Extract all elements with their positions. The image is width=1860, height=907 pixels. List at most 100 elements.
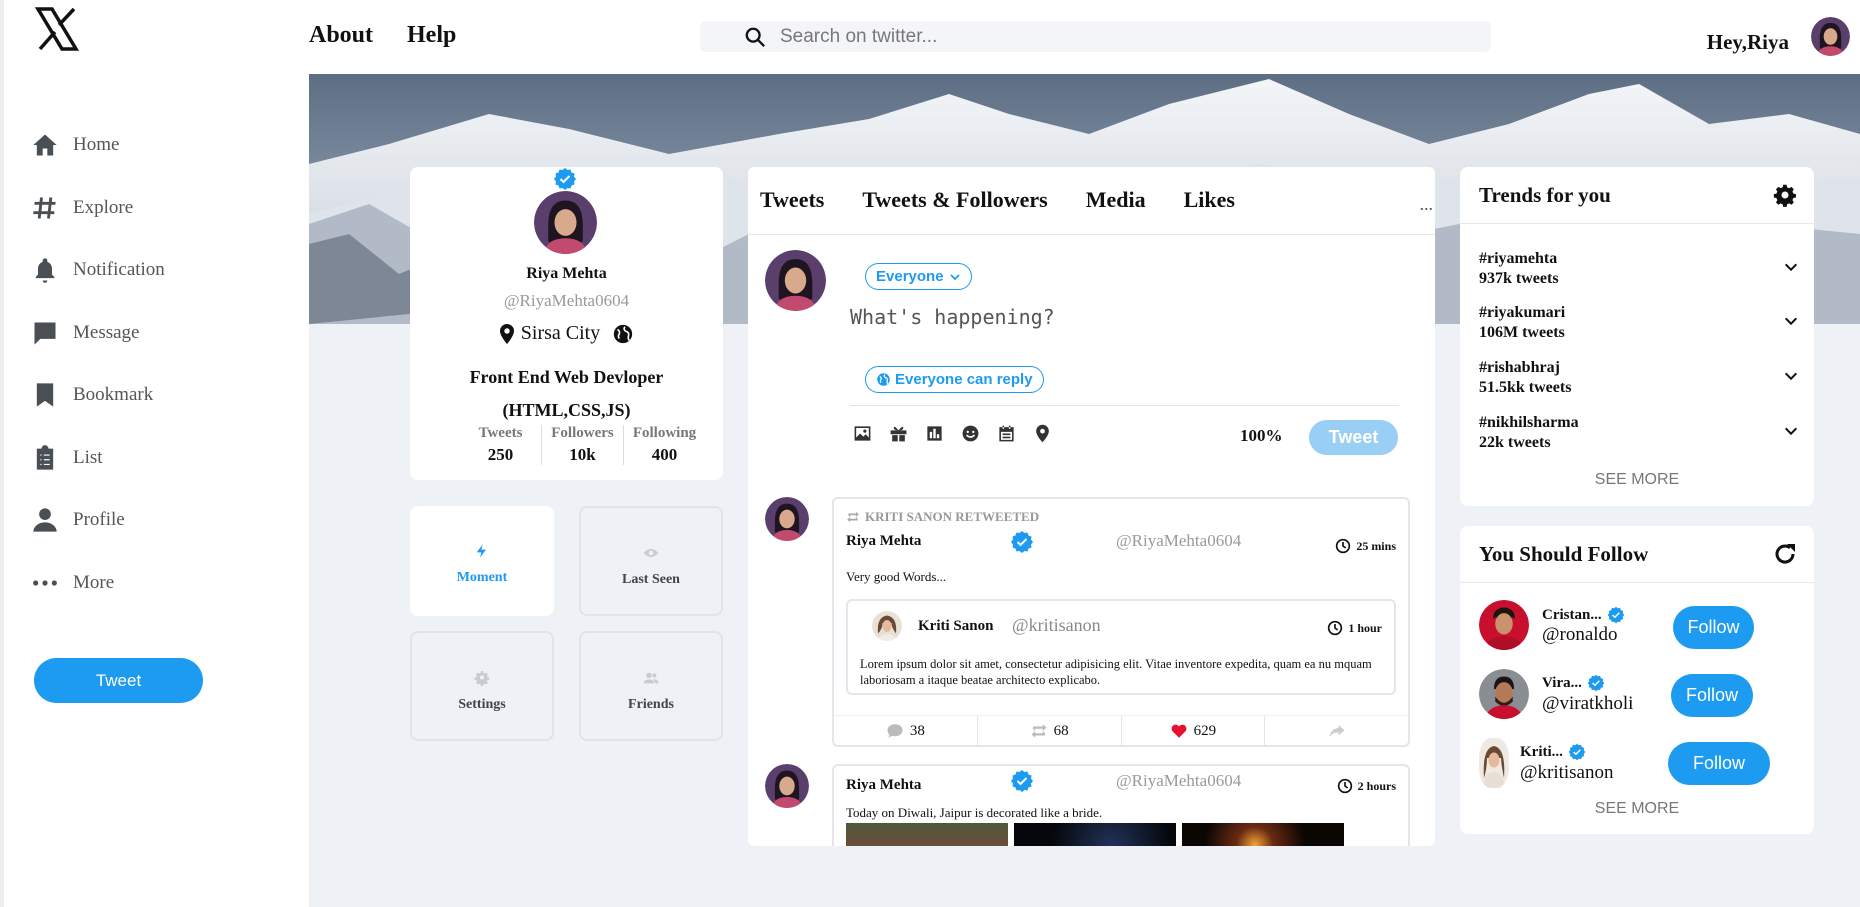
sidebar-item-notification[interactable]: Notification: [31, 256, 165, 284]
settings-gear-icon[interactable]: [1773, 183, 1797, 207]
time-text: 25 mins: [1356, 538, 1396, 553]
retweet-button[interactable]: 68: [978, 716, 1122, 746]
tweet-card[interactable]: Riya Mehta @RiyaMehta0604 2 hours Today …: [832, 764, 1410, 846]
media-image[interactable]: [846, 823, 1008, 846]
media-image[interactable]: [1182, 823, 1344, 846]
user-icon: [33, 508, 57, 532]
quote-author[interactable]: Kriti Sanon: [918, 618, 993, 635]
x-logo-icon[interactable]: [32, 4, 82, 54]
follow-name[interactable]: Cristan...: [1542, 606, 1625, 624]
sidebar-item-more[interactable]: More: [31, 569, 114, 597]
verified-badge-icon: [1587, 674, 1605, 692]
chevron-down-icon[interactable]: [1783, 259, 1799, 275]
image-icon[interactable]: [853, 424, 872, 443]
location-icon[interactable]: [1033, 424, 1052, 443]
tile-settings[interactable]: Settings: [410, 631, 554, 741]
trend-item[interactable]: #riyamehta 937k tweets: [1479, 249, 1799, 289]
feed-panel: Tweets Tweets & Followers Media Likes ..…: [748, 167, 1435, 846]
sidebar-item-list[interactable]: List: [31, 444, 103, 472]
follow-name[interactable]: Kriti...: [1520, 743, 1586, 761]
tile-friends[interactable]: Friends: [579, 631, 723, 741]
like-button[interactable]: 629: [1122, 716, 1266, 746]
home-icon: [33, 134, 57, 156]
tab-tweets-followers[interactable]: Tweets & Followers: [862, 187, 1047, 213]
tab-media[interactable]: Media: [1086, 187, 1146, 213]
compose-avatar: [765, 250, 826, 311]
follow-avatar[interactable]: [1479, 669, 1529, 719]
trend-item[interactable]: #riyakumari 106M tweets: [1479, 303, 1799, 343]
post-avatar[interactable]: [765, 497, 809, 541]
sidebar-item-bookmark[interactable]: Bookmark: [31, 381, 153, 409]
about-link[interactable]: About: [309, 22, 373, 49]
trend-tag: #riyamehta: [1479, 250, 1558, 267]
post-avatar[interactable]: [765, 764, 809, 808]
emoji-icon[interactable]: [961, 424, 980, 443]
profile-avatar[interactable]: [534, 191, 597, 254]
chevron-down-icon[interactable]: [1783, 423, 1799, 439]
stat-tweets[interactable]: Tweets 250: [460, 425, 542, 465]
profile-role: Front End Web Devloper (HTML,CSS,JS): [410, 361, 723, 427]
tile-label: Settings: [458, 697, 506, 712]
follow-handle[interactable]: @kritisanon: [1520, 762, 1614, 784]
follow-button[interactable]: Follow: [1668, 742, 1770, 785]
stat-label: Following: [632, 425, 697, 441]
follow-avatar[interactable]: [1479, 600, 1529, 650]
tabs-more-menu[interactable]: ...: [1420, 194, 1434, 215]
media-image[interactable]: [1014, 823, 1176, 846]
retweet-count: 68: [1053, 722, 1069, 739]
post-author[interactable]: Riya Mehta: [846, 777, 921, 794]
sidebar-item-home[interactable]: Home: [31, 131, 119, 159]
trend-count: 22k tweets: [1479, 434, 1551, 451]
tweet-card[interactable]: KRITI SANON RETWEETED Riya Mehta @RiyaMe…: [832, 497, 1410, 747]
sidebar-item-profile[interactable]: Profile: [31, 506, 125, 534]
poll-icon[interactable]: [925, 424, 944, 443]
stat-followers[interactable]: Followers 10k: [542, 425, 624, 465]
search-bar[interactable]: [700, 21, 1491, 52]
follow-handle[interactable]: @viratkholi: [1542, 693, 1633, 715]
follow-avatar[interactable]: [1479, 738, 1509, 788]
follow-name[interactable]: Vira...: [1542, 674, 1605, 692]
trend-item[interactable]: #nikhilsharma 22k tweets: [1479, 413, 1799, 453]
reply-setting-button[interactable]: Everyone can reply: [865, 366, 1044, 393]
trend-item[interactable]: #rishabhraj 51.5kk tweets: [1479, 358, 1799, 398]
post-author[interactable]: Riya Mehta: [846, 533, 921, 550]
eye-icon: [643, 549, 659, 557]
refresh-icon[interactable]: [1773, 542, 1797, 566]
post-handle[interactable]: @RiyaMehta0604: [1116, 531, 1241, 551]
chevron-down-icon: [949, 273, 960, 280]
comment-button[interactable]: 38: [834, 716, 978, 746]
follow-button[interactable]: Follow: [1673, 606, 1754, 649]
share-button[interactable]: [1265, 716, 1408, 746]
quoted-tweet[interactable]: Kriti Sanon @kritisanon 1 hour Lorem ips…: [846, 599, 1396, 695]
stat-label: Tweets: [478, 425, 523, 441]
chevron-down-icon[interactable]: [1783, 313, 1799, 329]
follow-button[interactable]: Follow: [1671, 674, 1753, 717]
location-text: Sirsa City: [520, 322, 601, 344]
tab-tweets[interactable]: Tweets: [760, 187, 824, 213]
audience-dropdown[interactable]: Everyone: [865, 263, 972, 290]
clipboard-list-icon: [36, 445, 54, 470]
quote-handle[interactable]: @kritisanon: [1012, 615, 1101, 636]
gift-icon[interactable]: [889, 424, 908, 443]
trends-see-more-link[interactable]: SEE MORE: [1460, 471, 1814, 489]
search-input[interactable]: [780, 25, 1380, 48]
sidebar-item-message[interactable]: Message: [31, 319, 139, 347]
stat-following[interactable]: Following 400: [624, 425, 705, 465]
tile-last-seen[interactable]: Last Seen: [579, 506, 723, 616]
chevron-down-icon[interactable]: [1783, 368, 1799, 384]
follow-handle[interactable]: @ronaldo: [1542, 624, 1618, 646]
sidebar-item-label: Profile: [73, 509, 125, 530]
tab-likes[interactable]: Likes: [1184, 187, 1235, 213]
help-link[interactable]: Help: [407, 22, 456, 49]
sidebar-tweet-button[interactable]: Tweet: [34, 658, 203, 703]
avatar[interactable]: [1811, 17, 1850, 56]
compose-input[interactable]: [850, 305, 1390, 329]
tile-moment[interactable]: Moment: [410, 506, 554, 616]
calendar-icon[interactable]: [997, 424, 1016, 443]
sidebar-item-explore[interactable]: Explore: [31, 194, 133, 222]
follow-see-more-link[interactable]: SEE MORE: [1460, 800, 1814, 818]
tweet-button[interactable]: Tweet: [1309, 420, 1398, 455]
post-handle[interactable]: @RiyaMehta0604: [1116, 771, 1241, 791]
tweet-actions: 38 68 629: [834, 715, 1408, 746]
trend-tag: #rishabhraj: [1479, 359, 1560, 376]
